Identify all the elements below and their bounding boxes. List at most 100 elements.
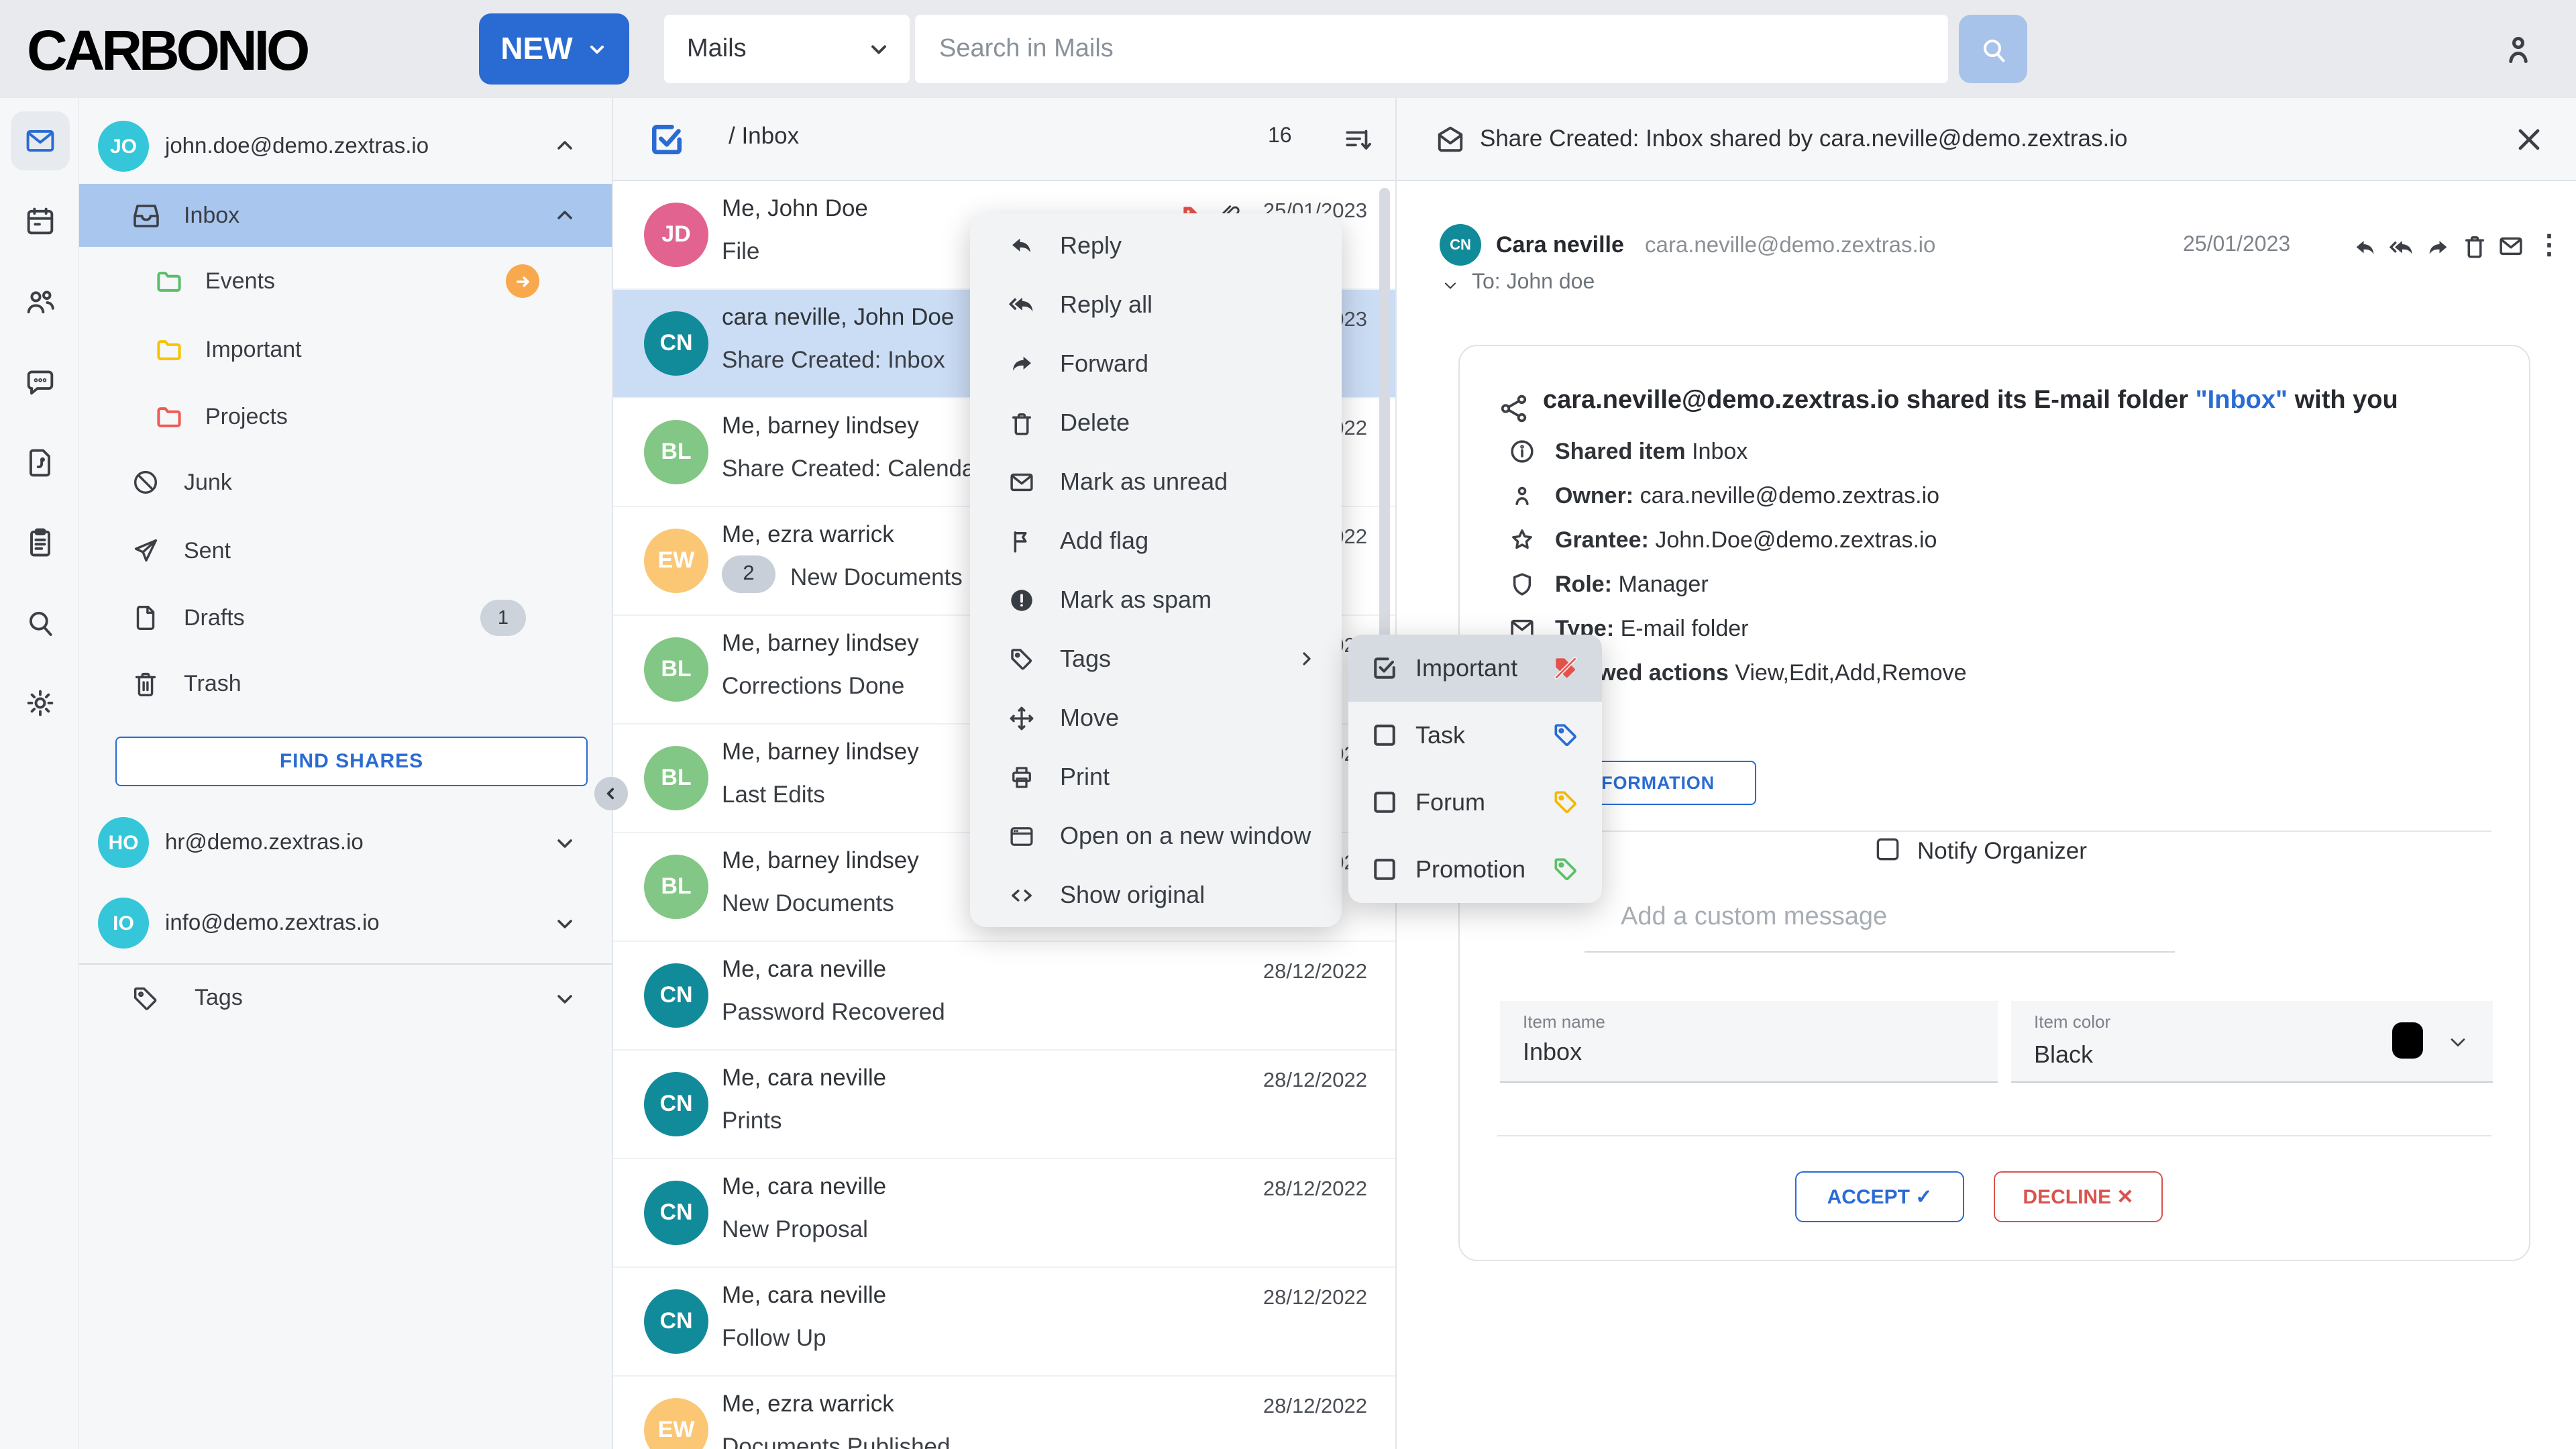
search-module-select[interactable]: Mails	[664, 15, 910, 83]
account-menu-button[interactable]	[2493, 24, 2544, 75]
mail-date: 28/12/2022	[1263, 1178, 1367, 1202]
find-shares-button[interactable]: FIND SHARES	[115, 737, 588, 786]
context-menu: Reply Reply all Forward Delete Mark as u…	[970, 213, 1342, 927]
menu-item-print[interactable]: Print	[970, 747, 1342, 806]
share-detail-row: Grantee: John.Doe@demo.zextras.io	[1508, 526, 1937, 554]
star-icon	[1508, 526, 1536, 554]
menu-item-show-original[interactable]: Show original	[970, 865, 1342, 924]
mail-row[interactable]: CN Me, cara neville Prints 28/12/2022	[613, 1051, 1395, 1159]
tag-option-task[interactable]: Task	[1348, 702, 1602, 769]
chevron-up-icon[interactable]	[553, 134, 577, 158]
sidebar-item-inbox[interactable]: Inbox	[79, 184, 612, 247]
sidebar-item-important[interactable]: Important	[79, 317, 612, 382]
sidebar-item-label: Sent	[184, 537, 231, 564]
sidebar-collapse-button[interactable]	[594, 777, 628, 810]
sidebar-item-events[interactable]: Events	[79, 248, 612, 314]
tag-option-important[interactable]: Important	[1348, 635, 1602, 702]
person-icon	[1508, 482, 1536, 510]
sidebar-item-sent[interactable]: Sent	[79, 518, 612, 584]
menu-item-delete[interactable]: Delete	[970, 393, 1342, 452]
search-input[interactable]	[915, 15, 1948, 83]
rail-item-files[interactable]	[11, 433, 70, 492]
chevron-down-icon[interactable]	[553, 911, 577, 935]
new-button[interactable]: NEW	[479, 13, 629, 85]
mail-row[interactable]: CN Me, cara neville New Proposal 28/12/2…	[613, 1159, 1395, 1268]
rail-item-chats[interactable]	[11, 353, 70, 412]
decline-button[interactable]: DECLINE ✕	[1994, 1171, 2163, 1222]
tag-option-forum[interactable]: Forum	[1348, 769, 1602, 836]
detail-label: Grantee:	[1555, 527, 1649, 552]
sidebar-item-trash[interactable]: Trash	[79, 651, 612, 716]
tag-option-promotion[interactable]: Promotion	[1348, 836, 1602, 903]
more-actions-button[interactable]: ⋮	[2536, 231, 2563, 260]
menu-item-reply-all[interactable]: Reply all	[970, 275, 1342, 334]
mail-row[interactable]: CN Me, cara neville Password Recovered 2…	[613, 942, 1395, 1051]
rail-item-search[interactable]	[11, 593, 70, 652]
share-title: cara.neville@demo.zextras.io shared its …	[1543, 384, 2496, 419]
forward-button[interactable]	[2424, 235, 2451, 262]
mail-sender: Me, cara neville	[722, 955, 886, 983]
menu-item-move[interactable]: Move	[970, 688, 1342, 747]
primary-account-row[interactable]: JO john.doe@demo.zextras.io	[79, 109, 612, 184]
rail-item-calendar[interactable]	[11, 192, 70, 251]
search-button[interactable]	[1959, 15, 2027, 83]
mail-row[interactable]: EW Me, ezra warrick Documents Published …	[613, 1377, 1395, 1449]
checkbox-checked-icon	[1370, 653, 1399, 683]
menu-item-reply[interactable]: Reply	[970, 216, 1342, 275]
sidebar-item-projects[interactable]: Projects	[79, 384, 612, 449]
menu-item-tags[interactable]: Tags	[970, 629, 1342, 688]
avatar: BL	[644, 420, 708, 484]
menu-item-forward[interactable]: Forward	[970, 334, 1342, 393]
tag-remove-icon	[1551, 653, 1580, 683]
tertiary-account-row[interactable]: IO info@demo.zextras.io	[79, 891, 612, 955]
menu-item-mark-as-spam[interactable]: Mark as spam	[970, 570, 1342, 629]
rail-item-mail[interactable]	[11, 111, 70, 170]
decline-label: DECLINE	[2023, 1186, 2111, 1209]
notify-organizer-checkbox[interactable]	[1873, 835, 1902, 864]
detail-value: Manager	[1618, 571, 1708, 596]
sort-icon[interactable]	[1342, 123, 1375, 157]
rail-item-contacts[interactable]	[11, 272, 70, 331]
avatar: IO	[98, 898, 149, 949]
delete-button[interactable]	[2461, 232, 2489, 260]
rail-item-tasks[interactable]	[11, 513, 70, 572]
mail-subject: Corrections Done	[722, 672, 904, 700]
secondary-account-label: hr@demo.zextras.io	[165, 830, 364, 855]
item-color-field[interactable]: Item color Black	[2011, 1001, 2493, 1083]
secondary-account-row[interactable]: HO hr@demo.zextras.io	[79, 810, 612, 875]
send-icon	[130, 535, 161, 566]
chevron-down-icon[interactable]	[2446, 1030, 2470, 1055]
mail-subject: Password Recovered	[722, 998, 945, 1026]
avatar: CN	[644, 1289, 708, 1354]
code-icon	[1008, 881, 1036, 909]
item-name-input[interactable]	[1523, 1038, 1791, 1067]
item-name-field[interactable]: Item name	[1500, 1001, 1998, 1083]
reply-button[interactable]	[2352, 235, 2379, 262]
mail-subject: Prints	[722, 1107, 782, 1135]
mail-row[interactable]: CN Me, cara neville Follow Up 28/12/2022	[613, 1268, 1395, 1377]
sidebar-item-drafts[interactable]: Drafts 1	[79, 585, 612, 651]
mark-unread-button[interactable]	[2497, 232, 2525, 260]
sidebar-item-junk[interactable]: Junk	[79, 449, 612, 515]
menu-item-add-flag[interactable]: Add flag	[970, 511, 1342, 570]
sidebar-item-tags[interactable]: Tags	[79, 966, 612, 1030]
chevron-down-icon[interactable]	[553, 986, 577, 1010]
chevron-down-icon[interactable]	[553, 830, 577, 855]
mail-subject: New Documents	[722, 890, 894, 918]
window-icon	[1008, 822, 1036, 850]
select-all-checkbox-icon[interactable]	[647, 119, 687, 160]
reply-all-button[interactable]	[2388, 235, 2415, 262]
menu-item-open-new-window[interactable]: Open on a new window	[970, 806, 1342, 865]
menu-item-mark-as-unread[interactable]: Mark as unread	[970, 452, 1342, 511]
shared-folder-link[interactable]: "Inbox"	[2196, 386, 2288, 415]
mail-sender: Me, cara neville	[722, 1064, 886, 1092]
chevron-up-icon[interactable]	[553, 203, 577, 227]
chevron-down-icon[interactable]	[1441, 276, 1460, 295]
detail-value: E-mail folder	[1621, 615, 1749, 641]
rail-item-settings[interactable]	[11, 674, 70, 733]
sidebar-item-label: Drafts	[184, 604, 245, 631]
close-button[interactable]	[2512, 122, 2546, 157]
detail-value: cara.neville@demo.zextras.io	[1640, 482, 1940, 508]
accept-button[interactable]: ACCEPT ✓	[1795, 1171, 1964, 1222]
custom-message-input[interactable]	[1585, 883, 2175, 953]
